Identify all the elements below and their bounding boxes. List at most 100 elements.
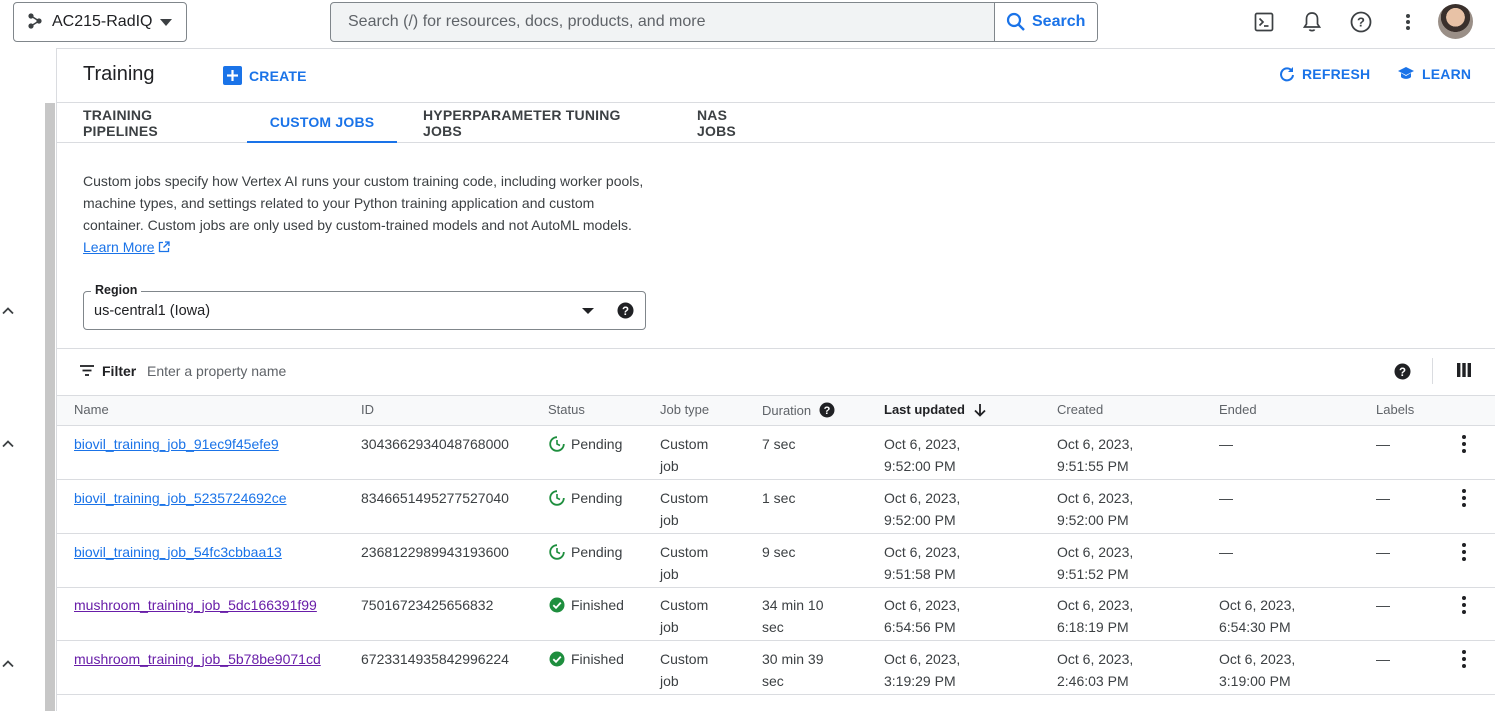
filter-input[interactable] <box>147 360 547 382</box>
row-actions-menu-icon[interactable] <box>1459 487 1469 509</box>
job-name: biovil_training_job_54fc3cbbaa13 <box>74 541 282 563</box>
column-header-status[interactable]: Status <box>548 402 585 417</box>
row-actions-menu-icon[interactable] <box>1459 594 1469 616</box>
job-id: 8346651495277527040 <box>361 490 509 506</box>
status-text: Pending <box>571 490 623 506</box>
notifications-icon[interactable] <box>1299 9 1325 35</box>
search-input[interactable] <box>331 3 994 41</box>
job-last-updated: Oct 6, 2023, 6:54:56 PM <box>884 597 961 635</box>
column-header-id[interactable]: ID <box>361 402 374 417</box>
help-icon[interactable]: ? <box>1348 9 1374 35</box>
job-last-updated: Oct 6, 2023, 9:52:00 PM <box>884 490 961 528</box>
job-labels: — <box>1376 597 1390 613</box>
job-name: biovil_training_job_5235724692ce <box>74 487 287 509</box>
tab-training-pipelines[interactable]: TRAINING PIPELINES <box>83 103 221 143</box>
job-created: Oct 6, 2023, 2:46:03 PM <box>1057 651 1134 689</box>
job-name-link[interactable]: mushroom_training_job_5b78be9071cd <box>74 651 321 667</box>
create-button[interactable]: CREATE <box>223 66 307 85</box>
job-id: 2368122989943193600 <box>361 544 509 560</box>
job-duration: 30 min 39 sec <box>762 651 824 689</box>
job-status: Finished <box>549 594 624 616</box>
table-row: biovil_training_job_5235724692ce 8346651… <box>57 480 1495 534</box>
column-header-duration[interactable]: Duration ? <box>762 402 835 418</box>
filter-list-icon[interactable] <box>79 364 95 380</box>
job-ended: — <box>1219 490 1233 506</box>
svg-text:?: ? <box>1399 367 1406 379</box>
column-header-labels[interactable]: Labels <box>1376 402 1414 417</box>
table-row: mushroom_training_job_5dc166391f99 75016… <box>57 587 1495 641</box>
job-labels: — <box>1376 490 1390 506</box>
cloud-shell-icon[interactable] <box>1251 9 1277 35</box>
job-name-link[interactable]: biovil_training_job_5235724692ce <box>74 490 287 506</box>
tab-custom-jobs[interactable]: CUSTOM JOBS <box>247 103 397 143</box>
refresh-button[interactable]: REFRESH <box>1279 66 1370 82</box>
description-text: Custom jobs specify how Vertex AI runs y… <box>83 173 644 233</box>
chevron-down-icon[interactable] <box>582 308 594 314</box>
job-type: Custom job <box>660 436 709 474</box>
job-type: Custom job <box>660 651 709 689</box>
job-type: Custom job <box>660 597 709 635</box>
column-header-last-updated[interactable]: Last updated <box>884 402 987 417</box>
row-actions-menu-icon[interactable] <box>1459 433 1469 455</box>
learn-button[interactable]: LEARN <box>1397 66 1471 82</box>
add-box-icon <box>223 66 242 85</box>
job-duration: 9 sec <box>762 544 796 560</box>
job-name: mushroom_training_job_5dc166391f99 <box>74 594 317 616</box>
learn-more-link[interactable]: Learn More <box>83 239 155 255</box>
more-vert-icon[interactable] <box>1395 9 1421 35</box>
search-button-label: Search <box>1032 13 1086 30</box>
status-text: Pending <box>571 436 623 452</box>
avatar[interactable] <box>1438 4 1473 39</box>
page-title: Training <box>83 63 155 85</box>
column-header-job-type[interactable]: Job type <box>660 402 709 417</box>
help-icon[interactable]: ? <box>819 402 835 418</box>
chevron-up-icon[interactable] <box>1 304 15 318</box>
job-duration: 34 min 10 sec <box>762 597 824 635</box>
arrow-downward-icon <box>974 403 986 417</box>
column-display-icon[interactable] <box>1457 363 1471 380</box>
filter-label: Filter <box>102 363 137 379</box>
job-name-link[interactable]: biovil_training_job_91ec9f45efe9 <box>74 436 279 452</box>
chevron-up-icon[interactable] <box>1 657 15 671</box>
job-created: Oct 6, 2023, 9:52:00 PM <box>1057 490 1134 528</box>
job-name-link[interactable]: mushroom_training_job_5dc166391f99 <box>74 597 317 613</box>
pending-icon <box>549 436 565 452</box>
job-duration: 1 sec <box>762 490 796 506</box>
job-status: Pending <box>549 487 622 509</box>
svg-text:?: ? <box>622 306 629 318</box>
table-row: mushroom_training_job_5b78be9071cd 67233… <box>57 641 1495 695</box>
region-select[interactable]: Region us-central1 (Iowa) ? <box>83 283 646 330</box>
search-icon <box>1006 12 1025 31</box>
svg-text:?: ? <box>824 405 831 417</box>
search-button[interactable]: Search <box>994 3 1097 41</box>
job-last-updated: Oct 6, 2023, 9:51:58 PM <box>884 544 961 582</box>
last-updated-label: Last updated <box>884 402 965 417</box>
job-created: Oct 6, 2023, 6:18:19 PM <box>1057 597 1134 635</box>
column-header-created[interactable]: Created <box>1057 402 1103 417</box>
row-actions-menu-icon[interactable] <box>1459 648 1469 670</box>
svg-text:?: ? <box>1357 15 1365 30</box>
check-circle-icon <box>549 597 565 613</box>
project-selector[interactable]: AC215-RadIQ <box>13 2 187 42</box>
learn-label: LEARN <box>1422 66 1472 82</box>
page-description: Custom jobs specify how Vertex AI runs y… <box>83 170 653 258</box>
chevron-up-icon[interactable] <box>1 437 15 451</box>
column-header-name[interactable]: Name <box>74 402 109 417</box>
status-text: Finished <box>571 651 624 667</box>
column-header-ended[interactable]: Ended <box>1219 402 1257 417</box>
pending-icon <box>549 544 565 560</box>
divider <box>1432 358 1433 384</box>
scrollbar[interactable] <box>45 103 55 711</box>
duration-label: Duration <box>762 402 812 418</box>
top-bar: AC215-RadIQ Search ? <box>0 0 1495 48</box>
help-icon[interactable]: ? <box>1394 363 1411 383</box>
tab-nas-jobs[interactable]: NAS JOBS <box>697 103 765 143</box>
tab-hyperparameter-tuning-jobs[interactable]: HYPERPARAMETER TUNING JOBS <box>423 103 646 143</box>
row-actions-menu-icon[interactable] <box>1459 541 1469 563</box>
region-label: Region <box>91 283 142 297</box>
help-icon[interactable]: ? <box>617 302 634 322</box>
chevron-down-icon <box>160 19 172 26</box>
job-name-link[interactable]: biovil_training_job_54fc3cbbaa13 <box>74 544 282 560</box>
refresh-label: REFRESH <box>1302 66 1371 82</box>
job-created: Oct 6, 2023, 9:51:55 PM <box>1057 436 1134 474</box>
